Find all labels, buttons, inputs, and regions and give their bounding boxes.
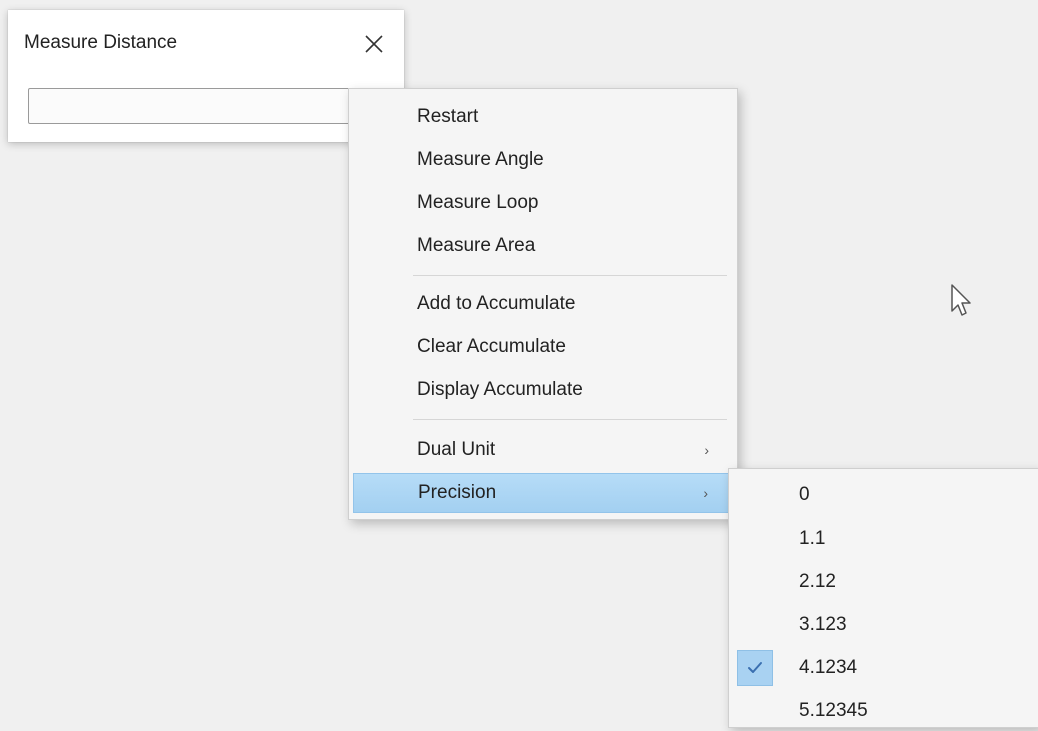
precision-option-label: 1.1 [799, 528, 826, 549]
precision-option-3[interactable]: 3.123 [733, 605, 1033, 645]
precision-option-5[interactable]: 5.12345 [733, 691, 1033, 731]
menu-item-display-accumulate[interactable]: Display Accumulate [353, 370, 733, 410]
measure-value-field[interactable] [28, 88, 358, 124]
menu-item-label: Measure Loop [417, 192, 539, 213]
menu-item-label: Clear Accumulate [417, 336, 566, 357]
dialog-title: Measure Distance [24, 32, 178, 53]
menu-item-precision[interactable]: Precision › [353, 473, 733, 513]
checkmark-icon [737, 650, 773, 686]
menu-item-label: Add to Accumulate [417, 293, 576, 314]
precision-option-2[interactable]: 2.12 [733, 562, 1033, 602]
precision-option-label: 2.12 [799, 571, 836, 592]
precision-option-label: 0 [799, 484, 810, 505]
menu-item-measure-angle[interactable]: Measure Angle [353, 140, 733, 180]
precision-option-4[interactable]: 4.1234 [733, 648, 1033, 688]
menu-item-label: Dual Unit [417, 439, 496, 460]
menu-item-add-to-accumulate[interactable]: Add to Accumulate [353, 284, 733, 324]
menu-item-label: Precision [418, 482, 497, 503]
menu-separator [413, 275, 727, 276]
precision-option-label: 4.1234 [799, 657, 858, 678]
desktop-background: Measure Distance Restart Measure Angle M… [0, 0, 1038, 728]
precision-option-label: 3.123 [799, 614, 847, 635]
menu-item-clear-accumulate[interactable]: Clear Accumulate [353, 327, 733, 367]
menu-item-dual-unit[interactable]: Dual Unit › [353, 430, 733, 470]
menu-separator [413, 419, 727, 420]
context-menu: Restart Measure Angle Measure Loop Measu… [348, 88, 738, 520]
chevron-right-icon: › [703, 485, 708, 501]
measure-distance-dialog: Measure Distance [8, 10, 404, 142]
close-icon [365, 35, 383, 53]
menu-item-measure-loop[interactable]: Measure Loop [353, 183, 733, 223]
precision-option-0[interactable]: 0 [733, 475, 1033, 515]
chevron-right-icon: › [704, 442, 709, 458]
menu-item-label: Display Accumulate [417, 379, 583, 400]
precision-option-1[interactable]: 1.1 [733, 519, 1033, 559]
mouse-pointer-icon [951, 284, 971, 316]
close-button[interactable] [358, 28, 390, 60]
menu-item-label: Measure Area [417, 235, 536, 256]
precision-option-label: 5.12345 [799, 700, 868, 721]
menu-item-label: Measure Angle [417, 149, 544, 170]
menu-item-measure-area[interactable]: Measure Area [353, 226, 733, 266]
menu-item-restart[interactable]: Restart [353, 97, 733, 137]
precision-submenu: 0 1.1 2.12 3.123 4.1234 5.12345 [728, 468, 1038, 728]
menu-item-label: Restart [417, 106, 479, 127]
